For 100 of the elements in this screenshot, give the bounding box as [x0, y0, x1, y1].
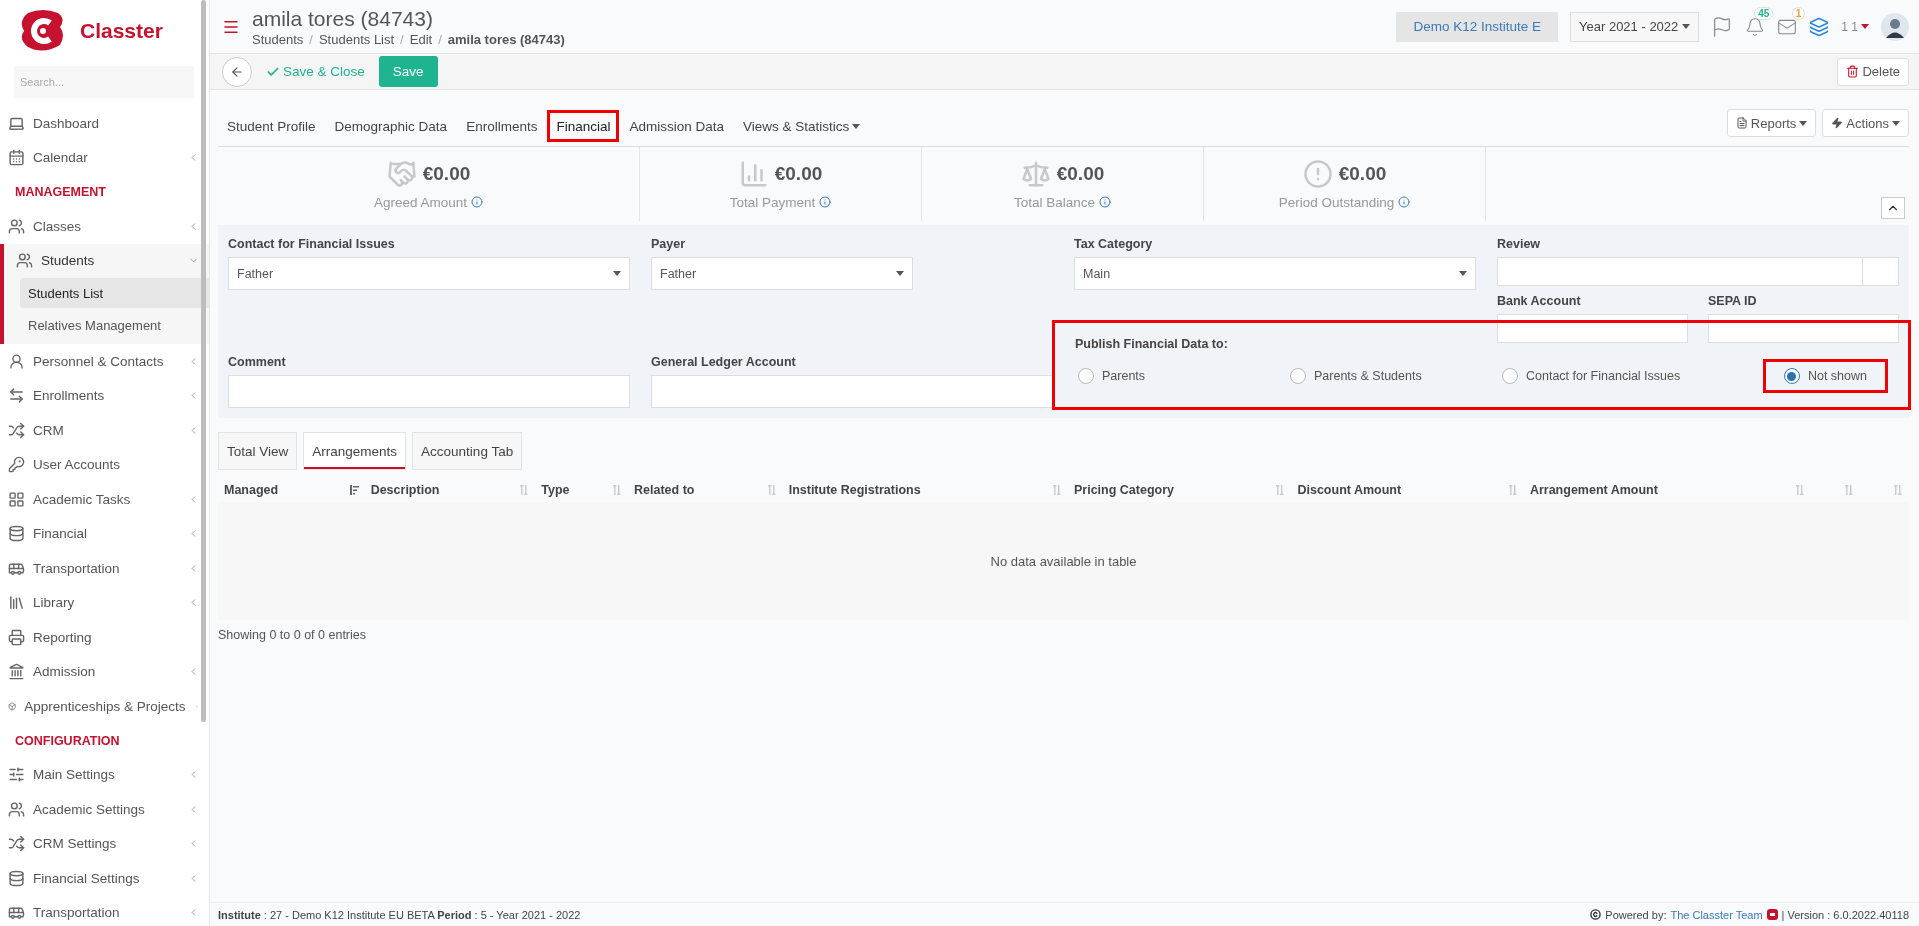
sidebar-item[interactable]: Enrollments	[0, 378, 209, 413]
year-select[interactable]: Year 2021 - 2022	[1570, 11, 1700, 42]
printer-icon	[8, 628, 25, 646]
tax-category-select[interactable]: Main	[1074, 257, 1476, 290]
sidebar-item[interactable]: Transportation	[0, 895, 209, 926]
field-label: Review	[1497, 237, 1542, 251]
radio-option[interactable]: Parents	[1057, 359, 1167, 393]
document-icon	[1735, 117, 1748, 129]
sidebar-item[interactable]: CRM	[0, 413, 209, 448]
sidebar-item[interactable]: Personnel & Contacts	[0, 344, 209, 379]
sidebar-item[interactable]: Academic Tasks	[0, 482, 209, 517]
radio-button[interactable]	[1078, 368, 1094, 384]
radio-option[interactable]: Contact for Financial Issues	[1481, 359, 1702, 393]
review-field[interactable]	[1497, 257, 1899, 286]
amount-label: Total Balance	[1013, 194, 1096, 210]
radio-button[interactable]	[1290, 368, 1306, 384]
bell-icon[interactable]	[1745, 16, 1766, 37]
sidebar-item[interactable]: Reporting	[0, 620, 209, 655]
breadcrumb[interactable]: Students	[252, 32, 304, 47]
tab[interactable]: Views & Statistics	[734, 110, 870, 142]
info-icon[interactable]	[819, 196, 832, 208]
info-icon[interactable]	[1398, 196, 1411, 208]
subtab[interactable]: Total View	[218, 432, 298, 470]
sidebar-item[interactable]: Apprenticeships & Projects	[0, 689, 209, 724]
radio-option[interactable]: Not shown	[1762, 359, 1888, 393]
reports-button[interactable]: Reports	[1726, 109, 1817, 137]
column-header[interactable]: Managed	[218, 478, 365, 502]
breadcrumb[interactable]: Edit	[409, 32, 433, 47]
sidebar-item[interactable]: Financial	[0, 516, 209, 551]
shuffle-icon	[8, 835, 25, 853]
ledger-account-field[interactable]	[651, 375, 1053, 408]
sidebar-item[interactable]: Transportation	[0, 551, 209, 586]
actions-button[interactable]: Actions	[1822, 109, 1909, 137]
column-header[interactable]: Arrangement Amount	[1523, 478, 1812, 502]
amount-label: Agreed Amount	[373, 194, 468, 210]
institute-button[interactable]: Demo K12 Institute E	[1396, 11, 1559, 42]
people-icon	[8, 217, 25, 235]
amount: €0.00	[1056, 162, 1105, 185]
sidebar-subitem[interactable]: Relatives Management	[20, 310, 209, 340]
sidebar-item[interactable]: Students	[0, 243, 209, 278]
tab[interactable]: Enrollments	[457, 110, 547, 142]
amount: €0.00	[1338, 162, 1387, 185]
collapse-button[interactable]	[1881, 197, 1905, 219]
column-header[interactable]: Description	[364, 478, 536, 502]
tab[interactable]: Admission Data	[620, 110, 733, 142]
sidebar-item[interactable]: Financial Settings	[0, 861, 209, 896]
contact-select[interactable]: Father	[228, 257, 630, 290]
field-label: Payer	[651, 237, 687, 251]
grid-icon	[8, 490, 25, 508]
subtab[interactable]: Arrangements	[303, 432, 407, 470]
radio-button[interactable]	[1502, 368, 1518, 384]
sidebar-item[interactable]: Academic Settings	[0, 792, 209, 827]
sidebar-item[interactable]: Library	[0, 585, 209, 620]
sepa-id-field[interactable]	[1708, 314, 1899, 343]
field-label: Publish Financial Data to:	[1075, 337, 1229, 351]
sidebar-item[interactable]: Admission	[0, 654, 209, 689]
sidebar-item[interactable]: Classes	[0, 209, 209, 244]
column-header[interactable]: Discount Amount	[1291, 478, 1524, 502]
delete-button[interactable]: Delete	[1837, 57, 1909, 86]
sidebar-item[interactable]: Main Settings	[0, 757, 209, 792]
breadcrumb-separator: /	[438, 32, 442, 47]
empty-message: No data available in table	[990, 553, 1137, 569]
field-label: Tax Category	[1074, 237, 1154, 251]
bank-account-field[interactable]	[1497, 314, 1688, 343]
radio-button[interactable]	[1783, 368, 1800, 384]
section-heading: CONFIGURATION	[14, 732, 121, 750]
column-header[interactable]: Pricing Category	[1068, 478, 1292, 502]
shuffle-icon	[8, 421, 25, 439]
column-header[interactable]: Institute Registrations	[782, 478, 1068, 502]
info-icon[interactable]	[471, 196, 484, 208]
field-label: General Ledger Account	[651, 355, 797, 369]
tab[interactable]: Student Profile	[218, 110, 325, 142]
payer-select[interactable]: Father	[651, 257, 913, 290]
column-header[interactable]: Type	[535, 478, 628, 502]
logo-text: Classter	[80, 19, 163, 43]
sidebar-item[interactable]: User Accounts	[0, 447, 209, 482]
tab[interactable]: Demographic Data	[325, 110, 457, 142]
message-count: 1	[1791, 6, 1806, 20]
breadcrumb: amila tores (84743)	[447, 32, 565, 47]
team-link[interactable]: The Classter Team	[1670, 908, 1763, 921]
tab[interactable]: Financial	[547, 110, 620, 142]
page-title: amila tores (84743)	[252, 6, 434, 32]
sidebar-item[interactable]: Calendar	[0, 140, 209, 175]
layers-icon[interactable]	[1809, 16, 1830, 37]
radio-option[interactable]: Parents & Students	[1269, 359, 1443, 393]
coins-icon	[8, 869, 25, 887]
info-icon[interactable]	[1099, 196, 1112, 208]
sliders-icon	[8, 766, 25, 784]
back-button[interactable]	[222, 56, 252, 87]
arrows-icon	[8, 387, 25, 405]
avatar[interactable]	[1881, 12, 1909, 41]
sidebar-item[interactable]: CRM Settings	[0, 826, 209, 861]
comment-field[interactable]	[228, 375, 630, 408]
amount: €0.00	[774, 162, 823, 185]
subtab[interactable]: Accounting Tab	[412, 432, 523, 470]
column-header[interactable]: Related to	[628, 478, 783, 502]
search-field[interactable]: Search...	[14, 66, 194, 98]
sidebar-item[interactable]: Dashboard	[0, 106, 209, 141]
breadcrumb[interactable]: Students List	[318, 32, 395, 47]
sidebar-subitem[interactable]: Students List	[20, 278, 209, 308]
